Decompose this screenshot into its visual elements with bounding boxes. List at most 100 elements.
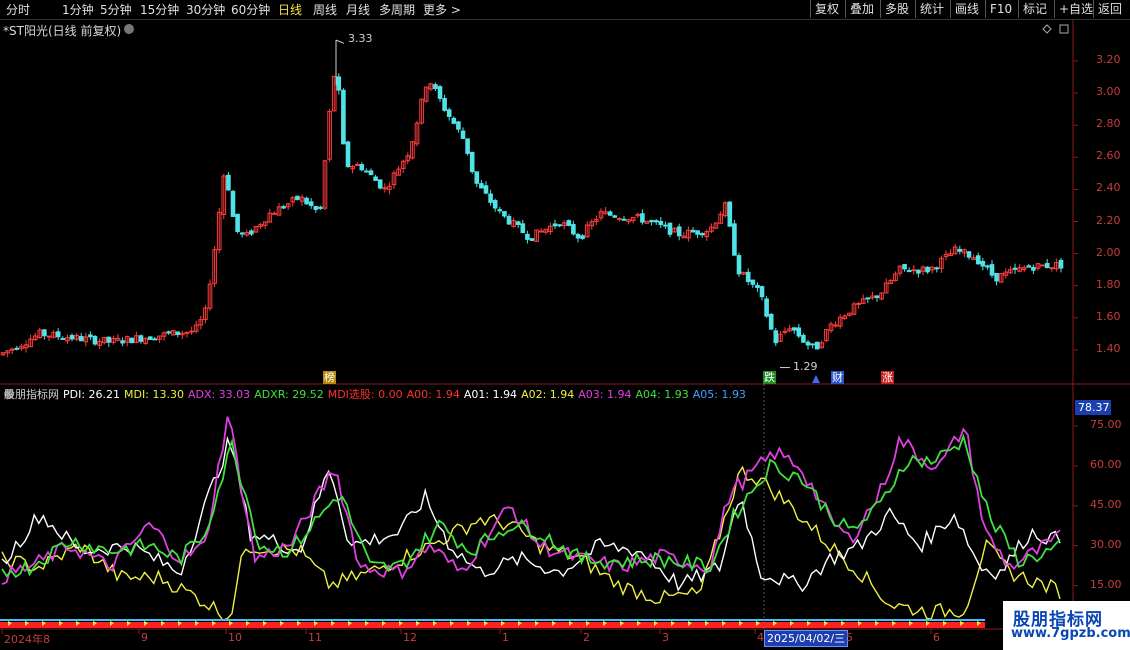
- candle-body: [60, 337, 66, 340]
- adxr-line: [1, 433, 1061, 579]
- price-axis-label: 2.00: [1096, 245, 1121, 259]
- candle-body: [502, 211, 507, 217]
- indicator-legend: 股朋指标网 PDI: 26.21 MDI: 13.30 ADX: 33.03 ADXR:…: [4, 386, 750, 402]
- period-tab-2[interactable]: 5分钟: [100, 1, 132, 18]
- candle-body: [506, 216, 512, 225]
- candle-body: [442, 97, 447, 111]
- candle-body: [745, 271, 751, 283]
- candle-body: [456, 121, 461, 130]
- candle-body: [88, 334, 93, 338]
- candle-body: [239, 232, 245, 235]
- candle-body: [189, 330, 194, 333]
- toolbar-button-7[interactable]: +自选: [1054, 0, 1097, 18]
- candle-body: [460, 130, 466, 139]
- candle-body: [483, 185, 489, 194]
- candle-body: [801, 334, 806, 343]
- candle-body: [653, 220, 659, 223]
- chart-canvas[interactable]: [0, 0, 1130, 650]
- toolbar-button-1[interactable]: 叠加: [845, 0, 878, 18]
- x-axis-label: 9: [141, 631, 148, 644]
- candle-body: [281, 206, 286, 209]
- candle-body: [318, 206, 323, 209]
- period-tab-4[interactable]: 30分钟: [186, 1, 225, 18]
- candle-body: [791, 327, 797, 331]
- candle-body: [336, 76, 342, 91]
- period-tab-5[interactable]: 60分钟: [231, 1, 270, 18]
- indicator-axis-label: 60.00: [1090, 457, 1122, 471]
- candle-body: [1026, 265, 1032, 268]
- candle-body: [750, 279, 756, 285]
- candle-body: [497, 209, 503, 212]
- price-axis-label: 1.40: [1096, 341, 1121, 355]
- candle-body: [1040, 264, 1045, 267]
- candle-body: [377, 179, 383, 189]
- price-axis-label: 2.60: [1096, 149, 1121, 163]
- candle-body: [382, 187, 388, 190]
- toolbar-button-8[interactable]: 返回: [1093, 0, 1126, 18]
- maximize-icon: [1059, 24, 1069, 34]
- period-tab-8[interactable]: 月线: [346, 1, 370, 18]
- price-axis-label: 3.00: [1096, 85, 1121, 99]
- candle-body: [166, 331, 171, 334]
- toolbar-button-5[interactable]: F10: [985, 0, 1016, 18]
- x-axis-label: 4: [757, 631, 764, 644]
- pdi-line: [1, 435, 1061, 593]
- candle-body: [552, 223, 558, 227]
- candle-body: [833, 324, 838, 327]
- period-tab-1[interactable]: 1分钟: [62, 1, 94, 18]
- event-badge-1[interactable]: 跌: [763, 371, 776, 384]
- x-axis-label: 10: [228, 631, 242, 644]
- candle-body: [226, 174, 231, 191]
- candle-body: [856, 302, 861, 305]
- candle-body: [925, 266, 930, 273]
- indicator-axis-label: 30.00: [1090, 537, 1122, 551]
- candle-body: [773, 330, 779, 344]
- candle-body: [1058, 259, 1064, 269]
- event-badge-2[interactable]: 财: [831, 371, 844, 384]
- candle-body: [736, 255, 742, 275]
- toolbar-button-2[interactable]: 多股: [880, 0, 913, 18]
- candle-body: [768, 313, 774, 330]
- candle-body: [640, 213, 645, 223]
- legend-item-8: A02: 1.94: [521, 388, 575, 401]
- x-axis-label: 2: [583, 631, 590, 644]
- candle-body: [465, 138, 470, 154]
- price-axis-label: 1.80: [1096, 277, 1121, 291]
- period-tab-6[interactable]: 日线: [278, 1, 302, 18]
- candle-body: [313, 206, 319, 210]
- candle-body: [759, 286, 765, 298]
- candle-body: [14, 347, 20, 350]
- legend-item-10: A04: 1.93: [635, 388, 689, 401]
- candle-body: [805, 341, 811, 346]
- x-axis-label: 3: [662, 631, 669, 644]
- event-badge-0[interactable]: 榜: [323, 371, 336, 384]
- candle-body: [727, 201, 733, 227]
- candle-body: [902, 264, 907, 270]
- x-axis-label: 2024年8: [4, 633, 50, 646]
- candle-body: [433, 84, 438, 89]
- candle-body: [957, 248, 963, 252]
- candle-body: [152, 338, 158, 341]
- toolbar-button-4[interactable]: 画线: [950, 0, 983, 18]
- period-tab-0[interactable]: 分时: [6, 1, 30, 18]
- candle-body: [520, 223, 526, 234]
- toolbar-button-3[interactable]: 统计: [915, 0, 948, 18]
- legend-item-9: A03: 1.94: [578, 388, 632, 401]
- candle-body: [272, 212, 277, 215]
- legend-item-0: 股朋指标网: [4, 388, 59, 401]
- stock-title[interactable]: *ST阳光(日线 前复权): [3, 22, 121, 39]
- period-tab-7[interactable]: 周线: [313, 1, 337, 18]
- candle-body: [617, 217, 622, 220]
- candle-body: [69, 335, 75, 340]
- period-tab-9[interactable]: 多周期: [379, 1, 415, 18]
- event-badge-3[interactable]: 涨: [881, 371, 894, 384]
- candle-body: [663, 224, 668, 227]
- toolbar-button-0[interactable]: 复权: [810, 0, 843, 18]
- period-tab-3[interactable]: 15分钟: [140, 1, 179, 18]
- period-tab-10[interactable]: 更多 >: [423, 1, 461, 18]
- toolbar-button-6[interactable]: 标记: [1018, 0, 1051, 18]
- candle-body: [525, 233, 530, 240]
- candle-body: [695, 230, 700, 235]
- candle-body: [934, 267, 940, 270]
- candle-body: [667, 222, 673, 235]
